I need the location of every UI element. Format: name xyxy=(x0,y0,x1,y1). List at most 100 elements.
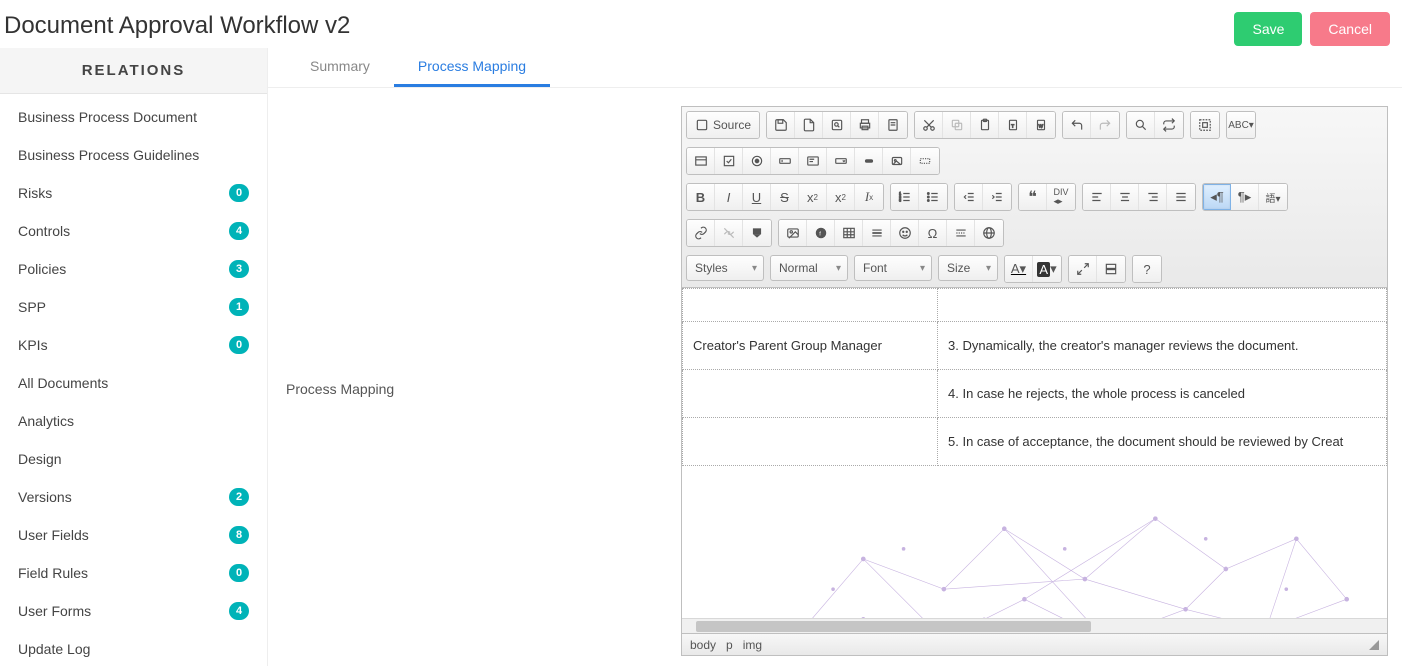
italic-icon[interactable]: I xyxy=(715,184,743,210)
font-select[interactable]: Font xyxy=(854,255,932,281)
print-icon[interactable] xyxy=(851,112,879,138)
preview-icon[interactable] xyxy=(823,112,851,138)
sidebar-item[interactable]: Update Log xyxy=(0,630,267,666)
table-cell[interactable] xyxy=(938,289,1387,322)
hiddenfield-icon[interactable] xyxy=(911,148,939,174)
div-icon[interactable]: DIV◂▸ xyxy=(1047,184,1075,210)
select-all-icon[interactable] xyxy=(1191,112,1219,138)
resize-grip-icon[interactable] xyxy=(1369,640,1379,650)
path-segment[interactable]: img xyxy=(743,638,762,652)
language-icon[interactable]: 語▾ xyxy=(1259,184,1287,210)
anchor-icon[interactable] xyxy=(743,220,771,246)
horizontal-scrollbar[interactable] xyxy=(682,618,1387,633)
sidebar-item[interactable]: Field Rules0 xyxy=(0,554,267,592)
sidebar-item[interactable]: SPP1 xyxy=(0,288,267,326)
show-blocks-icon[interactable] xyxy=(1097,256,1125,282)
remove-format-icon[interactable]: Ix xyxy=(855,184,883,210)
editor-content[interactable]: Creator's Parent Group Manager3. Dynamic… xyxy=(682,288,1387,618)
superscript-icon[interactable]: x2 xyxy=(827,184,855,210)
sidebar-item[interactable]: Controls4 xyxy=(0,212,267,250)
find-icon[interactable] xyxy=(1127,112,1155,138)
pagebreak-icon[interactable] xyxy=(947,220,975,246)
table-cell[interactable] xyxy=(683,370,938,418)
unlink-icon[interactable] xyxy=(715,220,743,246)
element-path[interactable]: bodypimg xyxy=(690,638,772,652)
path-segment[interactable]: body xyxy=(690,638,716,652)
ltr-icon[interactable]: ◂¶ xyxy=(1203,184,1231,210)
form-icon[interactable] xyxy=(687,148,715,174)
bold-icon[interactable]: B xyxy=(687,184,715,210)
link-icon[interactable] xyxy=(687,220,715,246)
sidebar-item[interactable]: Versions2 xyxy=(0,478,267,516)
templates-icon[interactable] xyxy=(879,112,907,138)
copy-icon[interactable] xyxy=(943,112,971,138)
underline-icon[interactable]: U xyxy=(743,184,771,210)
numbered-list-icon[interactable]: 123 xyxy=(891,184,919,210)
cancel-button[interactable]: Cancel xyxy=(1310,12,1390,46)
undo-icon[interactable] xyxy=(1063,112,1091,138)
table-cell[interactable] xyxy=(683,418,938,466)
checkbox-icon[interactable] xyxy=(715,148,743,174)
spellcheck-icon[interactable]: ABC▾ xyxy=(1227,112,1255,138)
sidebar-item[interactable]: Analytics xyxy=(0,402,267,440)
sidebar-item[interactable]: User Forms4 xyxy=(0,592,267,630)
iframe-icon[interactable] xyxy=(975,220,1003,246)
bg-color-icon[interactable]: A▾ xyxy=(1033,256,1061,282)
blockquote-icon[interactable]: ❝ xyxy=(1019,184,1047,210)
imagebutton-icon[interactable] xyxy=(883,148,911,174)
table-cell[interactable]: Creator's Parent Group Manager xyxy=(683,322,938,370)
source-button[interactable]: Source xyxy=(687,112,759,138)
align-justify-icon[interactable] xyxy=(1167,184,1195,210)
radio-icon[interactable] xyxy=(743,148,771,174)
paste-text-icon[interactable]: T xyxy=(999,112,1027,138)
replace-icon[interactable] xyxy=(1155,112,1183,138)
textarea-icon[interactable] xyxy=(799,148,827,174)
size-select[interactable]: Size xyxy=(938,255,998,281)
maximize-icon[interactable] xyxy=(1069,256,1097,282)
tab[interactable]: Summary xyxy=(286,48,394,87)
table-icon[interactable] xyxy=(835,220,863,246)
outdent-icon[interactable] xyxy=(955,184,983,210)
button-icon[interactable] xyxy=(855,148,883,174)
sidebar-item[interactable]: Risks0 xyxy=(0,174,267,212)
table-cell[interactable] xyxy=(683,289,938,322)
paste-word-icon[interactable]: W xyxy=(1027,112,1055,138)
format-select[interactable]: Normal xyxy=(770,255,848,281)
save-button[interactable]: Save xyxy=(1234,12,1302,46)
rtl-icon[interactable]: ¶▸ xyxy=(1231,184,1259,210)
tab[interactable]: Process Mapping xyxy=(394,48,550,87)
align-center-icon[interactable] xyxy=(1111,184,1139,210)
text-color-icon[interactable]: A▾ xyxy=(1005,256,1033,282)
textfield-icon[interactable] xyxy=(771,148,799,174)
styles-select[interactable]: Styles xyxy=(686,255,764,281)
sidebar-item[interactable]: Business Process Document xyxy=(0,98,267,136)
image-icon[interactable] xyxy=(779,220,807,246)
sidebar-item[interactable]: Policies3 xyxy=(0,250,267,288)
table-cell[interactable]: 4. In case he rejects, the whole process… xyxy=(938,370,1387,418)
sidebar-item[interactable]: Business Process Guidelines xyxy=(0,136,267,174)
sidebar-item[interactable]: KPIs0 xyxy=(0,326,267,364)
help-icon[interactable]: ? xyxy=(1133,256,1161,282)
table-cell[interactable]: 5. In case of acceptance, the document s… xyxy=(938,418,1387,466)
sidebar-item[interactable]: All Documents xyxy=(0,364,267,402)
flash-icon[interactable]: f xyxy=(807,220,835,246)
specialchar-icon[interactable]: Ω xyxy=(919,220,947,246)
subscript-icon[interactable]: x2 xyxy=(799,184,827,210)
indent-icon[interactable] xyxy=(983,184,1011,210)
sidebar-item[interactable]: Design xyxy=(0,440,267,478)
sidebar-item[interactable]: User Fields8 xyxy=(0,516,267,554)
bullet-list-icon[interactable] xyxy=(919,184,947,210)
redo-icon[interactable] xyxy=(1091,112,1119,138)
align-right-icon[interactable] xyxy=(1139,184,1167,210)
new-page-icon[interactable] xyxy=(795,112,823,138)
smiley-icon[interactable] xyxy=(891,220,919,246)
save-icon[interactable] xyxy=(767,112,795,138)
table-cell[interactable]: 3. Dynamically, the creator's manager re… xyxy=(938,322,1387,370)
cut-icon[interactable] xyxy=(915,112,943,138)
paste-icon[interactable] xyxy=(971,112,999,138)
hr-icon[interactable] xyxy=(863,220,891,246)
select-icon[interactable] xyxy=(827,148,855,174)
strike-icon[interactable]: S xyxy=(771,184,799,210)
align-left-icon[interactable] xyxy=(1083,184,1111,210)
path-segment[interactable]: p xyxy=(726,638,733,652)
